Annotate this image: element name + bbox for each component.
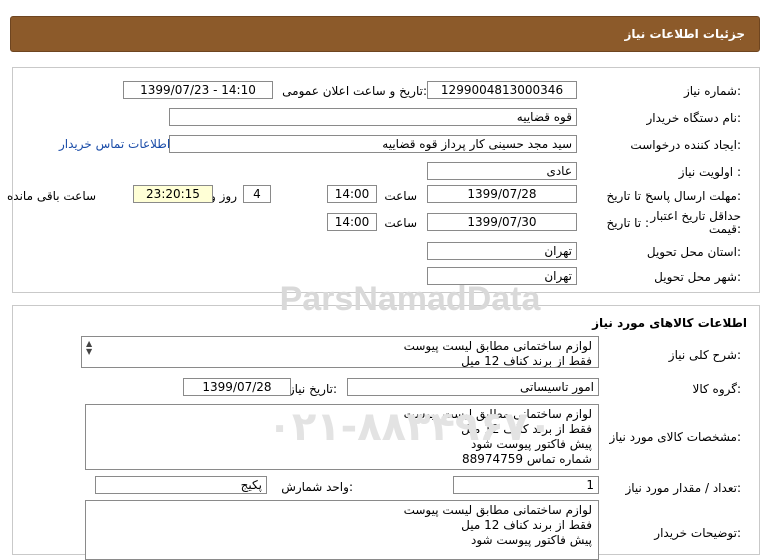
validity-time-field: 14:00: [327, 213, 377, 231]
days-field: 4: [243, 185, 271, 203]
notes-line-2: فقط از برند کناف 12 میل: [461, 518, 592, 532]
need-details-panel: شماره نیاز: 1299004813000346 تاریخ و ساع…: [7, 67, 760, 293]
goods-section-title: اطلاعات کالاهای مورد نیاز: [592, 316, 747, 330]
reply-time-label: ساعت: [384, 189, 417, 203]
summary-line-1: لوازم ساختمانی مطابق لیست پیوست: [403, 339, 592, 353]
notes-line-1: لوازم ساختمانی مطابق لیست پیوست: [403, 503, 592, 517]
qty-field: 1: [453, 476, 599, 494]
summary-label: شرح کلی نیاز:: [668, 348, 741, 362]
reply-date-field: 1399/07/28: [427, 185, 577, 203]
page-header: جزئیات اطلاعات نیاز: [10, 16, 760, 52]
announce-label: تاریخ و ساعت اعلان عمومی:: [282, 84, 427, 98]
need-number-label: شماره نیاز:: [683, 84, 741, 98]
reply-time-field: 14:00: [327, 185, 377, 203]
need-date-field: 1399/07/28: [183, 378, 291, 396]
priority-label: اولویت نیاز :: [678, 165, 741, 179]
buyer-notes-textarea[interactable]: لوازم ساختمانی مطابق لیست پیوست فقط از ب…: [85, 500, 599, 560]
city-label: شهر محل تحویل:: [654, 270, 741, 284]
days-label: روز و: [210, 189, 237, 203]
requester-label: ایجاد کننده درخواست:: [630, 138, 741, 152]
notes-line-3: پیش فاکتور پیوست شود: [470, 533, 592, 547]
province-field: تهران: [427, 242, 577, 260]
page-title: جزئیات اطلاعات نیاز: [624, 27, 745, 41]
need-number-field: 1299004813000346: [427, 81, 577, 99]
buyer-notes-label: توضیحات خریدار:: [654, 526, 741, 540]
qty-label: تعداد / مقدار مورد نیاز:: [625, 481, 741, 495]
summary-line-2: فقط از برند کناف 12 میل: [461, 354, 592, 368]
group-field: امور تاسیساتی: [347, 378, 599, 396]
buyer-org-label: نام دستگاه خریدار:: [646, 111, 742, 125]
priority-field: عادی: [427, 162, 577, 180]
scroll-arrows-icon[interactable]: ▲ ▼: [86, 340, 92, 356]
reply-deadline-label: مهلت ارسال پاسخ:: [645, 189, 741, 203]
specs-line-1: لوازم ساختمانی مطابق لیست پیوست: [403, 407, 592, 421]
province-label: استان محل تحویل:: [646, 245, 741, 259]
summary-textarea[interactable]: لوازم ساختمانی مطابق لیست پیوست فقط از ب…: [81, 336, 599, 368]
city-field: تهران: [427, 267, 577, 285]
specs-line-3: پیش فاکتور پیوست شود: [470, 437, 592, 451]
validity-time-label: ساعت: [384, 216, 417, 230]
reply-to-date-label: تا تاریخ :: [606, 189, 649, 203]
unit-field: پکیج: [95, 476, 267, 494]
buyer-contact-link[interactable]: اطلاعات تماس خریدار: [59, 137, 170, 151]
validity-date-field: 1399/07/30: [427, 213, 577, 231]
validity-label: حداقل تاریخ اعتبار قیمت:: [650, 209, 741, 236]
specs-label: مشخصات کالای مورد نیاز:: [609, 430, 741, 444]
group-label: گروه کالا:: [692, 382, 742, 396]
requester-field: سید مجد حسینی کار پرداز قوه قضاییه: [169, 135, 577, 153]
validity-to-date-label: تا تاریخ :: [606, 216, 649, 230]
qty-value: 1: [586, 478, 594, 492]
buyer-org-field: قوه قضاییه: [169, 108, 577, 126]
goods-panel: اطلاعات کالاهای مورد نیاز شرح کلی نیاز: …: [12, 305, 760, 560]
specs-line-2: فقط از برند کناف 12 میل: [461, 422, 592, 436]
unit-label: واحد شمارش:: [281, 480, 353, 494]
announce-field: 1399/07/23 - 14:10: [123, 81, 273, 99]
specs-line-4: شماره تماس 88974759: [461, 452, 592, 466]
remaining-time-field: 23:20:15: [133, 185, 213, 203]
specs-textarea[interactable]: لوازم ساختمانی مطابق لیست پیوست فقط از ب…: [85, 404, 599, 470]
remaining-label: ساعت باقی مانده: [7, 189, 97, 203]
